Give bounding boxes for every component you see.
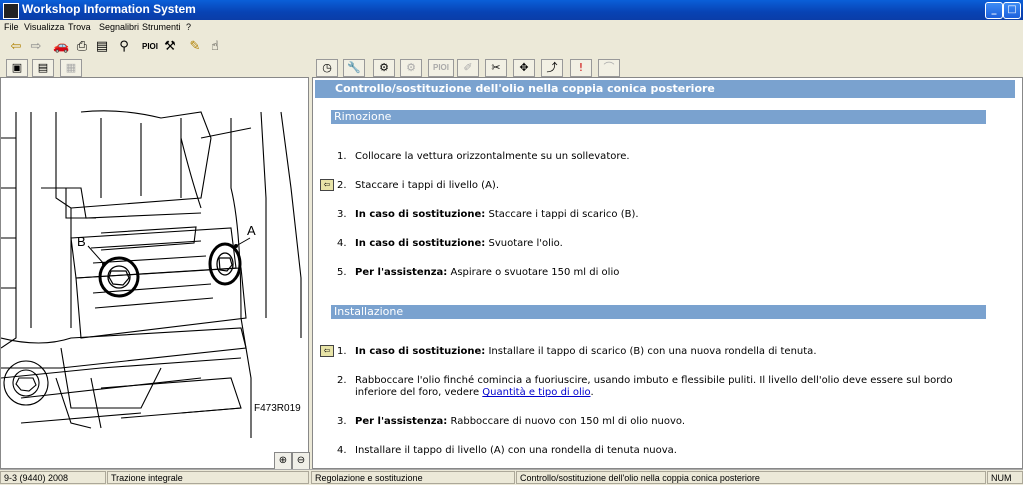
document-pane: Controllo/sostituzione dell'olio nella c… [312,77,1023,469]
pen-icon[interactable]: ✐ [457,59,479,77]
print-icon[interactable]: ⎙ [74,39,90,55]
pointer-icon[interactable]: ☝ [207,39,223,55]
index-icon[interactable]: ▣ [6,59,28,77]
car-icon[interactable]: 🚗 [53,39,69,55]
window-title: Workshop Information System [22,2,196,16]
maximize-button[interactable]: □ [1003,2,1021,19]
move-icon[interactable]: ✥ [513,59,535,77]
secondary-toolbar: ▣ ▤ ▦ ◷ 🔧 ⚙ ⚙ PIOI ✐ ✂ ✥ ⤴ ! ⌒ [0,58,1023,77]
warning-icon[interactable]: ! [570,59,592,77]
list-icon[interactable]: ▤ [32,59,54,77]
menu-file[interactable]: File [4,22,19,32]
removal-step-1: 1. Collocare la vettura orizzontalmente s… [337,151,630,162]
menu-strumenti[interactable]: Strumenti [142,22,181,32]
status-drive: Trazione integrale [107,471,309,484]
note-marker-icon[interactable]: ⇦ [320,345,334,357]
callout-a: A [247,223,256,238]
image-icon[interactable]: ▦ [60,59,82,77]
removal-step-3: 3. In caso di sostituzione: Staccare i ta… [337,209,639,220]
title-bar: Workshop Information System _ □ [0,0,1023,20]
menu-help[interactable]: ? [186,22,191,32]
section-heading-removal: Rimozione [331,110,986,124]
status-num: NUM [987,471,1023,484]
status-category: Regolazione e sostituzione [311,471,515,484]
menu-trova[interactable]: Trova [68,22,91,32]
removal-step-5: 5. Per l'assistenza: Aspirare o svuotare … [337,267,620,278]
clock-icon[interactable]: ◷ [316,59,338,77]
status-document: Controllo/sostituzione dell'olio nella c… [516,471,986,484]
zoom-in-icon[interactable]: ⊕ [274,452,292,470]
wrench-icon[interactable]: 🔧 [343,59,365,77]
menu-bar: File Visualizza Trova Segnalibri Strumen… [0,20,1023,36]
tools-icon[interactable]: ✂ [485,59,507,77]
minimize-button[interactable]: _ [985,2,1003,19]
illustration-pane: B A F473R019 ⊕ ⊖ [0,77,310,470]
status-vehicle: 9-3 (9440) 2008 [0,471,106,484]
callout-b: B [77,234,86,249]
tool-icon[interactable]: ⚒ [162,39,178,55]
main-toolbar: ⇦ ⇨ 🚗 ⎙ ▤ ⚲ PIOI ⚒ ✎ ☝ [0,36,1023,59]
zoom-out-icon[interactable]: ⊖ [292,452,310,470]
page-title: Controllo/sostituzione dell'olio nella c… [315,80,1015,98]
shirt-icon[interactable]: ⌒ [598,59,620,77]
forward-arrow-icon[interactable]: ⇨ [28,39,44,55]
section-heading-installation: Installazione [331,305,986,319]
pencil-icon[interactable]: ✎ [187,39,203,55]
oil-quantity-link[interactable]: Quantità e tipo di olio [482,387,590,398]
menu-segnalibri[interactable]: Segnalibri [99,22,139,32]
status-bar: 9-3 (9440) 2008 Trazione integrale Regol… [0,469,1023,485]
pioi-tab[interactable]: PIOI [428,59,454,77]
removal-step-4: 4. In caso di sostituzione: Svuotare l'ol… [337,238,563,249]
document-icon[interactable]: ▤ [94,39,110,55]
gears-icon[interactable]: ⚙ [373,59,395,77]
gear-hand-icon[interactable]: ⚙ [400,59,422,77]
app-icon [3,3,19,19]
lift-icon[interactable]: ⤴ [541,59,563,77]
installation-step-4: 4. Installare il tappo di livello (A) con… [337,445,677,456]
menu-visualizza[interactable]: Visualizza [24,22,64,32]
back-arrow-icon[interactable]: ⇦ [8,39,24,55]
installation-step-1: 1. In caso di sostituzione: Installare il… [337,346,817,357]
removal-step-2: 2. Staccare i tappi di livello (A). [337,180,500,191]
binoculars-icon[interactable]: ⚲ [116,39,132,55]
figure-reference: F473R019 [254,403,301,414]
note-marker-icon[interactable]: ⇦ [320,179,334,191]
pioi-button[interactable]: PIOI [140,39,160,55]
installation-step-2: 2. Rabboccare l'olio finché comincia a fu… [337,375,953,398]
installation-step-3: 3. Per l'assistenza: Rabboccare di nuovo … [337,416,686,427]
